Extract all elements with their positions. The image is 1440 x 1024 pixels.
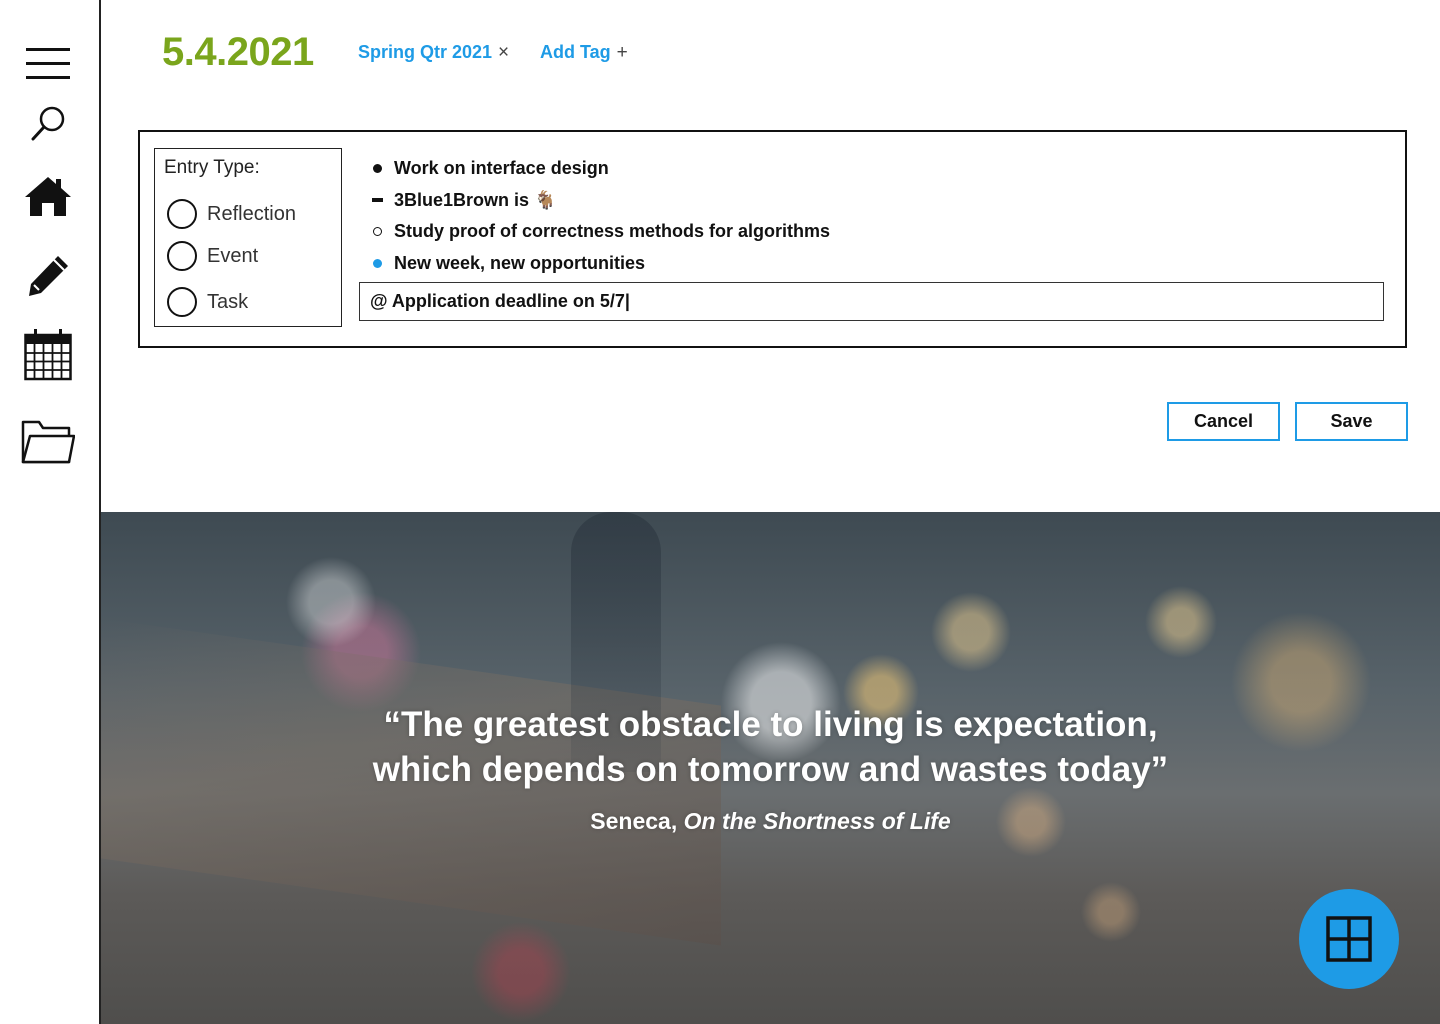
entry-panel: Entry Type: Reflection Event Task Work o… xyxy=(138,130,1407,348)
open-circle-icon xyxy=(370,219,394,243)
list-item-text: 3Blue1Brown is 🐐 xyxy=(394,189,557,210)
remove-tag-icon[interactable]: × xyxy=(498,42,509,63)
home-icon[interactable] xyxy=(18,166,78,226)
quote-line-2: which depends on tomorrow and wastes tod… xyxy=(372,750,1169,789)
radio-label: Task xyxy=(207,290,249,313)
list-item[interactable]: 3Blue1Brown is 🐐 xyxy=(370,188,556,212)
list-item[interactable]: Work on interface design xyxy=(370,156,609,180)
sidebar xyxy=(0,0,101,1024)
quote-attribution: Seneca, On the Shortness of Life xyxy=(101,808,1440,835)
radio-circle[interactable] xyxy=(167,241,197,271)
list-item[interactable]: Study proof of correctness methods for a… xyxy=(370,219,830,243)
filled-dot-icon xyxy=(370,156,394,180)
search-icon[interactable] xyxy=(18,94,78,154)
quote-text: “The greatest obstacle to living is expe… xyxy=(101,702,1440,792)
list-item[interactable]: New week, new opportunities xyxy=(370,251,645,275)
radio-circle[interactable] xyxy=(167,287,197,317)
folder-icon[interactable] xyxy=(18,410,78,470)
tag-label: Spring Qtr 2021 xyxy=(358,42,493,62)
radio-circle[interactable] xyxy=(167,199,197,229)
grid-icon xyxy=(1326,916,1372,962)
radio-event[interactable]: Event xyxy=(167,241,258,271)
blue-dot-icon xyxy=(370,251,394,275)
radio-reflection[interactable]: Reflection xyxy=(167,199,296,229)
quote-line-1: “The greatest obstacle to living is expe… xyxy=(383,705,1158,744)
pencil-icon[interactable] xyxy=(18,246,78,306)
list-item-text: New week, new opportunities xyxy=(394,252,646,273)
list-item-text: Work on interface design xyxy=(394,157,609,178)
radio-task[interactable]: Task xyxy=(167,287,248,317)
quote-work: On the Shortness of Life xyxy=(683,808,951,834)
entry-type-group: Entry Type: Reflection Event Task xyxy=(154,148,342,327)
tag-spring-qtr[interactable]: Spring Qtr 2021 × xyxy=(358,42,509,64)
entry-date: 5.4.2021 xyxy=(162,30,314,74)
cancel-button[interactable]: Cancel xyxy=(1167,402,1280,441)
list-item-text: Study proof of correctness methods for a… xyxy=(394,220,831,241)
save-button[interactable]: Save xyxy=(1295,402,1408,441)
plus-icon: + xyxy=(616,42,628,63)
radio-label: Reflection xyxy=(207,202,296,225)
calendar-icon[interactable] xyxy=(18,324,78,384)
radio-label: Event xyxy=(207,244,259,267)
menu-icon[interactable] xyxy=(18,34,78,94)
add-tag-button[interactable]: Add Tag + xyxy=(540,42,628,64)
quote-author: Seneca, xyxy=(590,808,678,834)
quote-banner: “The greatest obstacle to living is expe… xyxy=(101,512,1440,1024)
entry-input[interactable] xyxy=(359,282,1384,321)
dash-icon xyxy=(370,188,394,212)
add-tag-label: Add Tag xyxy=(540,42,611,62)
grid-view-button[interactable] xyxy=(1299,889,1399,989)
entry-type-label: Entry Type: xyxy=(164,157,260,178)
